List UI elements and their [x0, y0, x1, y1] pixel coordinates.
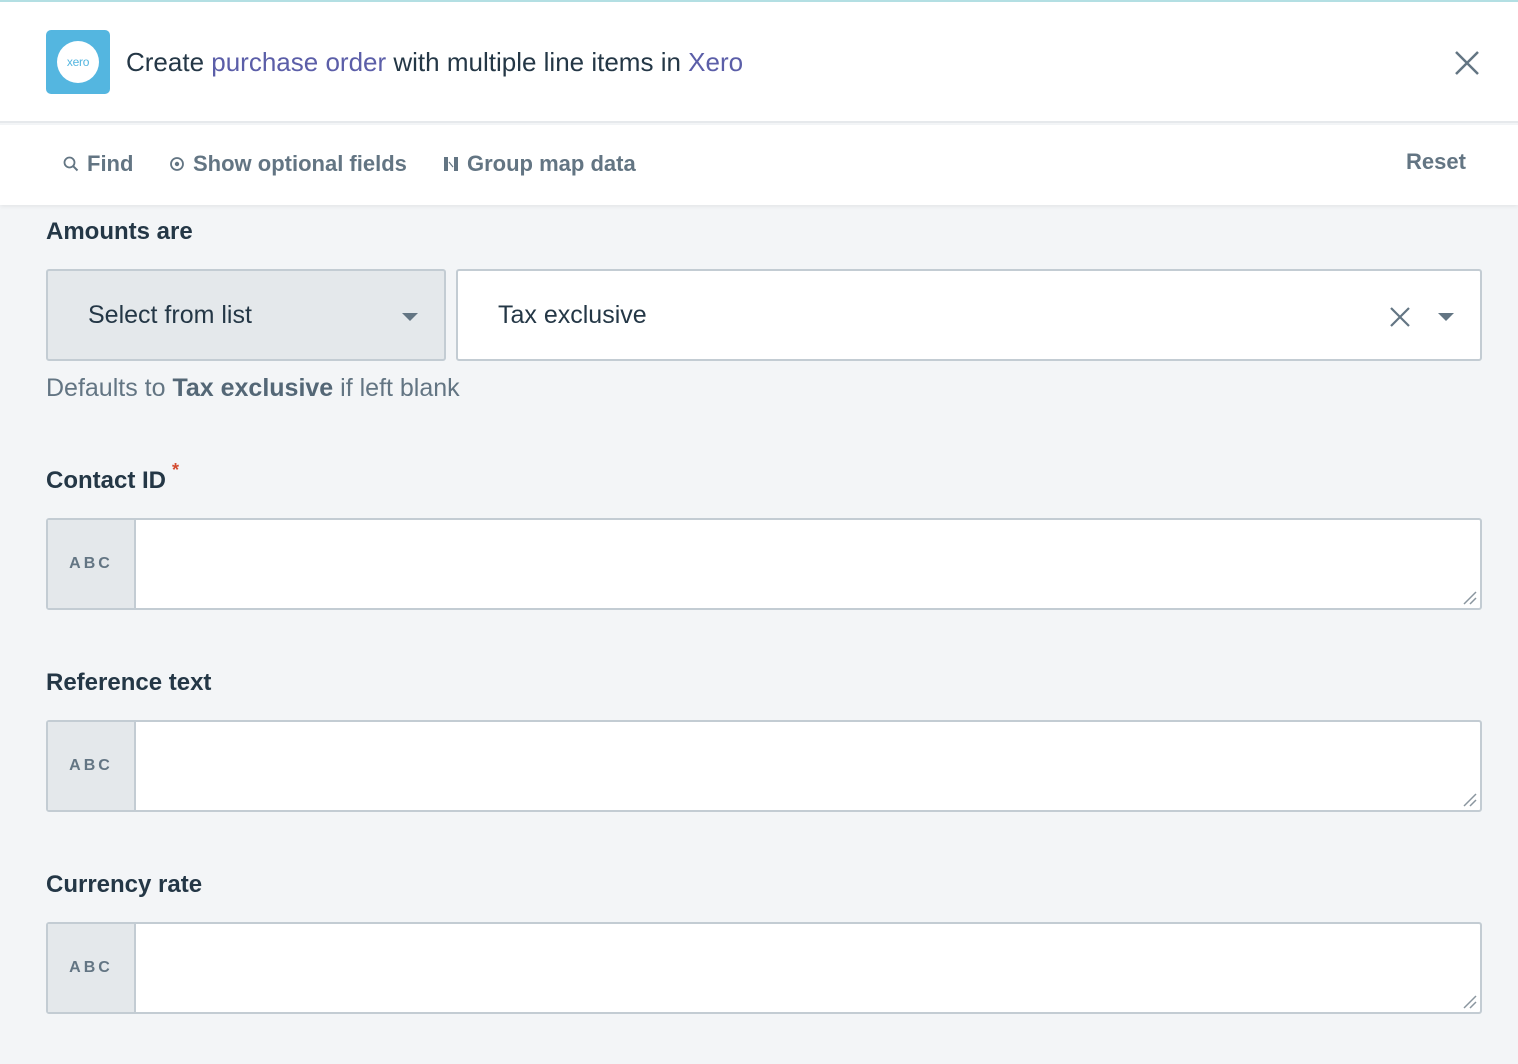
search-icon — [63, 156, 79, 172]
amounts-are-label: Amounts are — [46, 218, 193, 245]
resize-handle-icon[interactable] — [1460, 588, 1478, 606]
reference-text-field: ABC — [46, 720, 1482, 812]
text-type-badge: ABC — [48, 520, 136, 608]
toolbar: Find Show optional fields Group map data… — [0, 125, 1518, 205]
header: xero Create purchase order with multiple… — [0, 2, 1518, 123]
amounts-are-hint: Defaults to Tax exclusive if left blank — [46, 374, 460, 402]
resize-handle-icon[interactable] — [1460, 992, 1478, 1010]
contact-id-label: Contact ID * — [46, 460, 180, 494]
title-object-link[interactable]: purchase order — [211, 47, 386, 77]
close-icon — [1455, 51, 1479, 75]
reset-button[interactable]: Reset — [1406, 149, 1466, 175]
text-type-badge: ABC — [48, 722, 136, 810]
title-prefix: Create — [126, 47, 212, 77]
reference-text-input[interactable] — [136, 722, 1480, 810]
contact-id-input[interactable] — [136, 520, 1480, 608]
amounts-are-value-select[interactable]: Tax exclusive — [456, 269, 1482, 361]
title-app-link[interactable]: Xero — [688, 47, 743, 77]
currency-rate-field: ABC — [46, 922, 1482, 1014]
amounts-are-mode-select[interactable]: Select from list — [46, 269, 446, 361]
xero-app-logo: xero — [46, 30, 110, 94]
find-button[interactable]: Find — [63, 149, 133, 179]
contact-id-field: ABC — [46, 518, 1482, 610]
group-map-icon — [443, 156, 459, 172]
clear-icon[interactable] — [1388, 305, 1412, 329]
chevron-down-icon — [402, 313, 418, 321]
text-type-badge: ABC — [48, 924, 136, 1012]
eye-icon — [169, 156, 185, 172]
xero-logo-icon: xero — [57, 41, 99, 83]
title-middle: with multiple line items in — [386, 47, 689, 77]
close-button[interactable] — [1450, 46, 1484, 80]
required-indicator: * — [172, 460, 180, 480]
currency-rate-input[interactable] — [136, 924, 1480, 1012]
chevron-down-icon[interactable] — [1438, 313, 1454, 321]
show-optional-fields-button[interactable]: Show optional fields — [169, 149, 407, 179]
currency-rate-label: Currency rate — [46, 871, 203, 898]
reference-text-label: Reference text — [46, 669, 212, 696]
group-map-data-button[interactable]: Group map data — [443, 149, 636, 179]
resize-handle-icon[interactable] — [1460, 790, 1478, 808]
page-title: Create purchase order with multiple line… — [126, 46, 743, 78]
